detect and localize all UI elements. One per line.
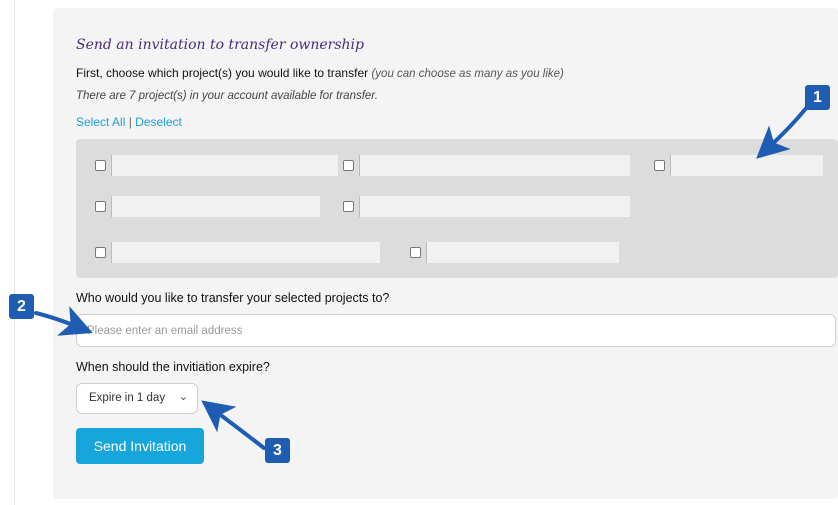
callout-badge-2: 2 bbox=[9, 294, 34, 319]
callout-arrow-3 bbox=[201, 400, 266, 450]
callout-arrow-2 bbox=[34, 306, 93, 336]
callout-arrow-1 bbox=[756, 104, 810, 159]
callout-badge-1: 1 bbox=[805, 85, 830, 110]
callout-arrows bbox=[34, 104, 810, 450]
callout-badge-3: 3 bbox=[265, 438, 290, 463]
